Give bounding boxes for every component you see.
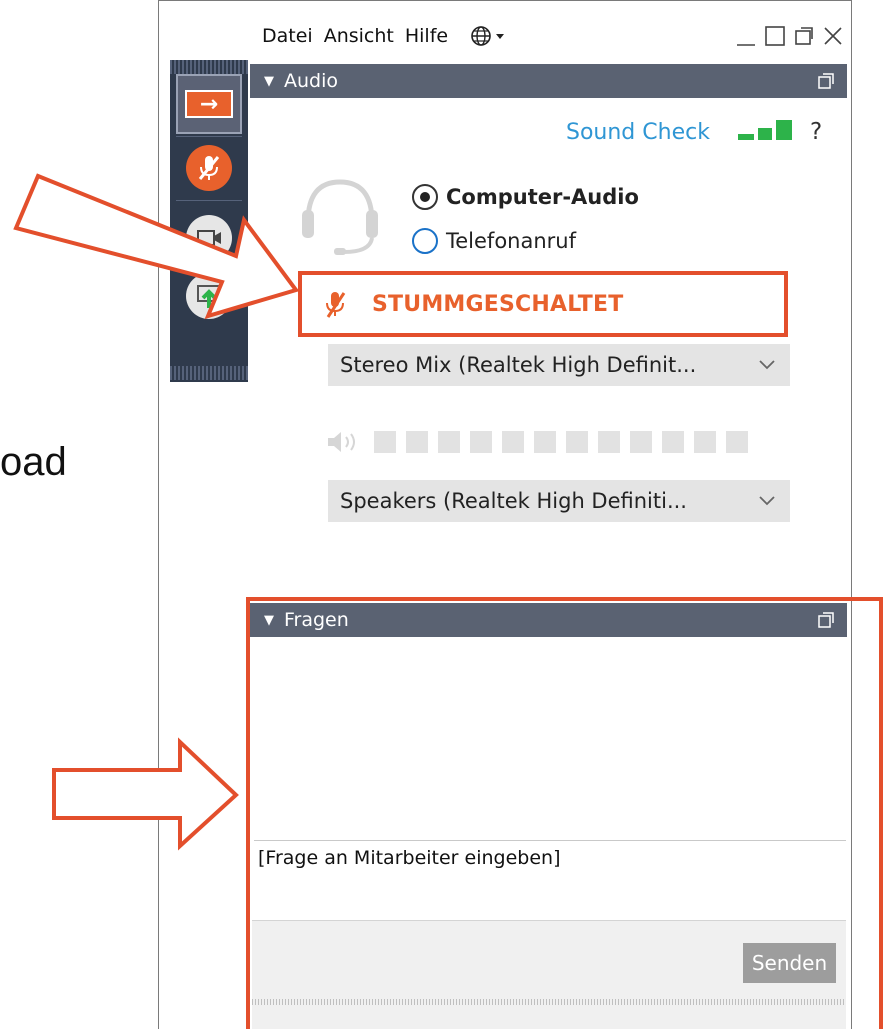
annotation-arrow-icon	[13, 173, 300, 851]
